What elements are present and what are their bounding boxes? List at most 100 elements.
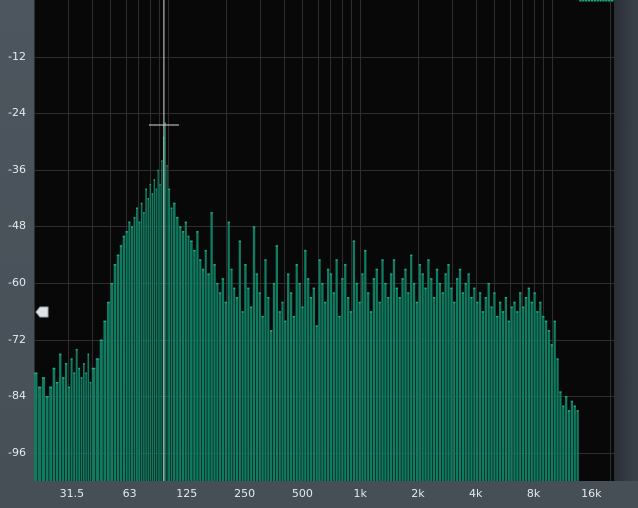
spectrum-bar-peak [433, 297, 436, 299]
spectrum-bar-peak [458, 268, 462, 271]
x-axis-tick-label: 1k [353, 487, 367, 500]
spectrum-bar [264, 259, 267, 481]
spectrum-bar-peak [244, 264, 247, 266]
spectrum-bar-peak [329, 273, 333, 276]
spectrum-bar-peak [238, 240, 241, 242]
x-axis-tick-label: 31.5 [59, 487, 85, 500]
spectrum-bar-peak [530, 301, 533, 304]
spectrum-bar-peak [447, 264, 450, 266]
spectrum-bar-peak [605, 0, 608, 2]
spectrum-bar [499, 301, 502, 481]
spectrum-bar-peak [159, 183, 161, 186]
level-marker-icon[interactable] [35, 305, 49, 319]
spectrum-bar-peak [384, 282, 387, 285]
spectrum-bar-peak [155, 188, 157, 191]
spectrum-bar [550, 344, 553, 481]
spectrum-bar [539, 301, 542, 481]
spectrum-bar [161, 160, 163, 481]
spectrum-bar [78, 367, 81, 481]
spectrum-bar-peak [49, 386, 52, 389]
spectrum-bar-peak [73, 372, 76, 375]
spectrum-bar-peak [427, 259, 430, 261]
spectrum-bar-peak [304, 249, 307, 252]
spectrum-bar [41, 377, 46, 481]
spectrum-bar [204, 249, 207, 481]
spectrum-bar-peak [289, 292, 293, 294]
spectrum-bar [106, 301, 110, 481]
spectrum-bar-peak [395, 287, 398, 290]
spectrum-bar [45, 396, 49, 481]
spectrum-bar [261, 315, 264, 481]
spectrum-bar-peak [467, 273, 470, 276]
spectrum-bar [166, 165, 168, 481]
spectrum-bar-peak [539, 301, 542, 304]
spectrum-bar [367, 292, 370, 481]
spectrum-bar [130, 226, 133, 481]
spectrum-bar-peak [389, 273, 393, 276]
spectrum-plot-area[interactable] [34, 0, 615, 481]
spectrum-bar-peak [204, 249, 207, 252]
spectrum-bar [145, 188, 147, 481]
spectrum-bar [287, 273, 290, 481]
spectrum-bar-peak [95, 358, 100, 360]
spectrum-bar-peak [201, 268, 205, 271]
spectrum-bar-peak [168, 188, 171, 191]
spectrum-bar-peak [361, 273, 364, 276]
spectrum-analyzer-panel: -12 -24 -36 -48 -60 -72 -84 -96 31.5 63 125 250 500… [0, 0, 638, 508]
spectrum-bar-peak [83, 363, 85, 365]
spectrum-bar [372, 278, 376, 481]
spectrum-bar-peak [119, 245, 123, 247]
spectrum-bar [103, 320, 107, 481]
spectrum-bar-peak [565, 396, 568, 398]
spectrum-bar-peak [284, 320, 287, 323]
spectrum-bar [338, 315, 341, 481]
spectrum-bar [196, 231, 199, 481]
spectrum-bar-peak [593, 0, 596, 2]
spectrum-bar [484, 297, 487, 481]
spectrum-bar [562, 405, 565, 481]
x-axis-tick-label: 4k [469, 487, 483, 500]
spectrum-bar [418, 264, 421, 481]
spectrum-bar-peak [473, 287, 476, 290]
spectrum-bar-peak [378, 301, 381, 304]
spectrum-bar [176, 216, 179, 481]
spectrum-bar [179, 226, 182, 481]
spectrum-bar-peak [147, 198, 149, 200]
x-axis-tick-label: 125 [176, 487, 198, 500]
spectrum-bar [355, 282, 358, 481]
spectrum-bar [269, 330, 273, 481]
spectrum-bar [190, 240, 193, 481]
spectrum-bar-peak [221, 278, 225, 280]
spectrum-bar-peak [504, 297, 508, 299]
spectrum-bar-peak [484, 297, 487, 299]
spectrum-bar [80, 377, 83, 481]
spectrum-bar [478, 292, 482, 481]
spectrum-bar [321, 282, 324, 481]
spectrum-bar [507, 320, 510, 481]
spectrum-bar [533, 292, 536, 481]
spectrum-bar [193, 249, 196, 481]
spectrum-bar [275, 245, 279, 481]
spectrum-bar-peak [184, 221, 187, 224]
spectrum-bar-peak [110, 282, 114, 285]
spectrum-bar-peak [375, 268, 378, 271]
spectrum-bar [352, 240, 356, 481]
spectrum-bar-peak [295, 264, 298, 266]
spectrum-bar-peak [133, 216, 136, 219]
spectrum-bar-peak [267, 297, 270, 299]
spectrum-bar [381, 259, 384, 481]
spectrum-bar [369, 311, 373, 481]
spectrum-bar-peak [550, 344, 553, 346]
spectrum-bar-peak [272, 282, 276, 285]
spectrum-bar-peak [510, 306, 513, 309]
spectrum-bar-peak [547, 330, 551, 332]
spectrum-bar-peak [364, 249, 367, 252]
spectrum-bar [153, 179, 156, 481]
spectrum-bar [85, 372, 87, 481]
spectrum-bar [289, 292, 293, 481]
spectrum-bar-peak [190, 240, 193, 242]
spectrum-bar-peak [164, 122, 166, 125]
spectrum-bar-peak [524, 297, 528, 299]
spectrum-bar [67, 386, 70, 481]
spectrum-bar-peak [556, 358, 559, 360]
